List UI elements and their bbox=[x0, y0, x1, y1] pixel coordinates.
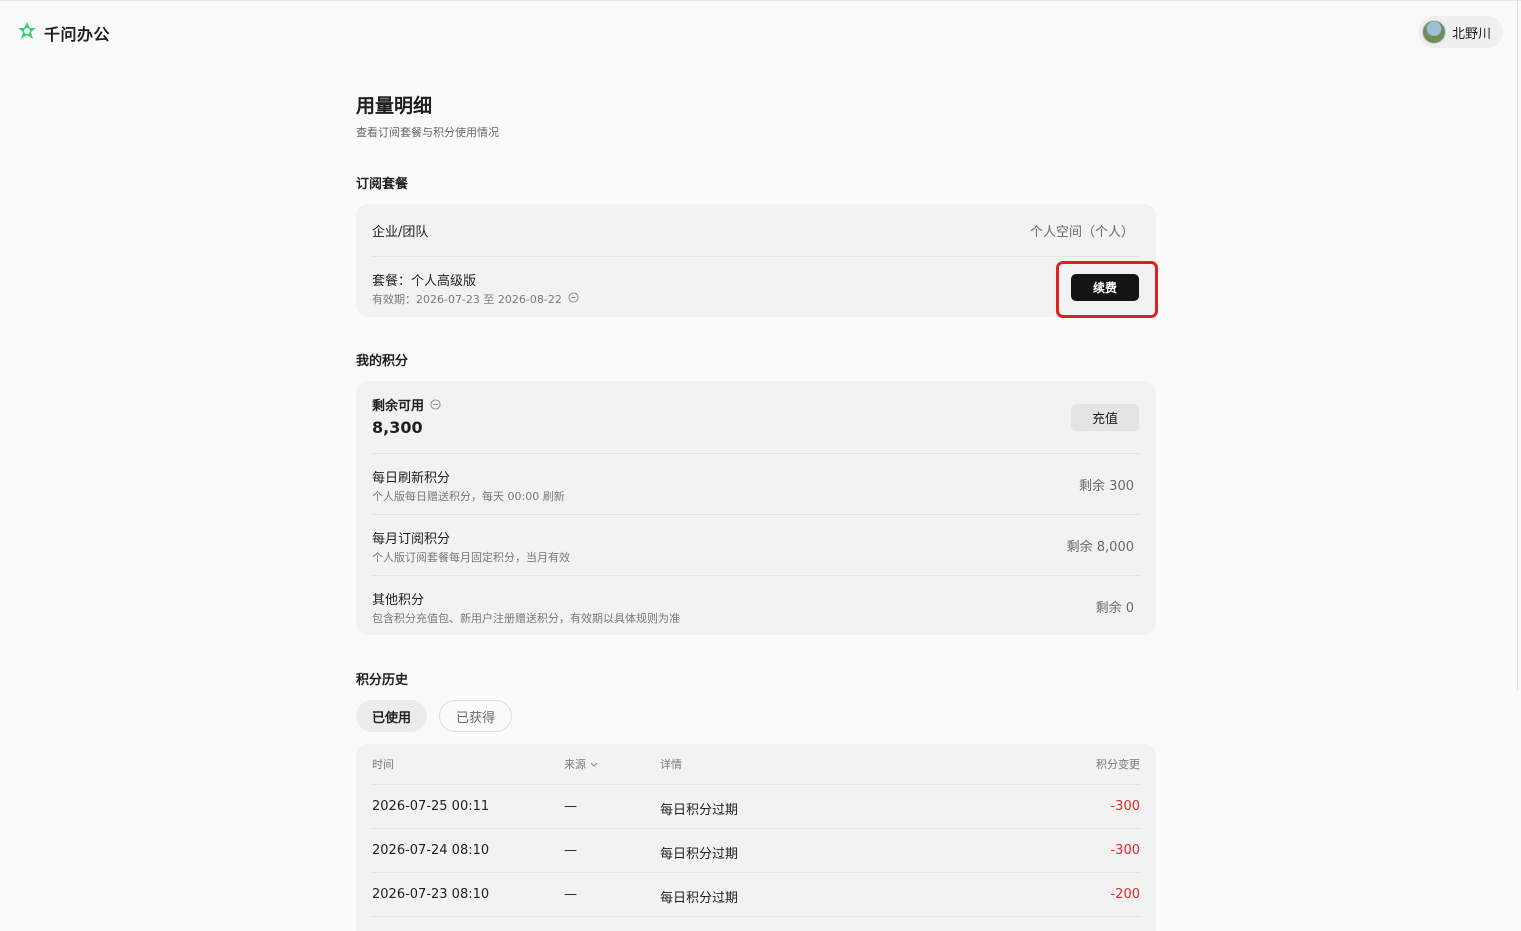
recharge-button[interactable]: 充值 bbox=[1071, 404, 1139, 431]
chevron-down-icon bbox=[590, 758, 598, 771]
org-row: 企业/团队 个人空间（个人） bbox=[372, 221, 1140, 240]
points-item-title: 每月订阅积分 bbox=[372, 532, 451, 547]
table-row: 2026-07-25 00:11 — 每日积分过期 -300 bbox=[372, 784, 1140, 828]
table-row: 2026-07-24 08:10 — 每日积分过期 -300 bbox=[372, 828, 1140, 872]
column-header-change: 积分变更 bbox=[1096, 758, 1140, 771]
points-item-monthly: 每月订阅积分 个人版订阅套餐每月固定积分，当月有效 剩余 8,000 bbox=[372, 528, 1140, 565]
divider bbox=[372, 575, 1140, 576]
row-detail: 每日积分过期 bbox=[660, 847, 739, 862]
row-change: -300 bbox=[1110, 843, 1140, 858]
row-source: — bbox=[564, 843, 577, 858]
user-name: 北野川 bbox=[1451, 26, 1491, 42]
points-item-desc: 包含积分充值包、新用户注册赠送积分，有效期以具体规则为准 bbox=[372, 612, 680, 625]
row-change: -200 bbox=[1110, 887, 1140, 902]
top-bar: 千问办公 北野川 bbox=[0, 12, 1521, 52]
tab-used[interactable]: 已使用 bbox=[356, 700, 428, 732]
column-header-source[interactable]: 来源 bbox=[564, 756, 598, 772]
available-value: 8,300 bbox=[372, 418, 423, 437]
row-detail: 每日积分过期 bbox=[660, 891, 739, 906]
points-section-title: 我的积分 bbox=[356, 354, 409, 369]
renew-button[interactable]: 续费 bbox=[1071, 274, 1139, 301]
column-header-detail: 详情 bbox=[660, 758, 682, 771]
points-item-value: 剩余 0 bbox=[1095, 601, 1134, 616]
info-icon[interactable] bbox=[568, 292, 579, 306]
points-item-other: 其他积分 包含积分充值包、新用户注册赠送积分，有效期以具体规则为准 剩余 0 bbox=[372, 589, 1140, 626]
plan-row: 套餐：个人高级版 有效期：2026-07-23 至 2026-08-22 bbox=[372, 270, 1140, 307]
history-table: 时间 来源 详情 积分变更 2026-07-25 00:11 — 每日积分过期 … bbox=[356, 744, 1156, 931]
row-time: 2026-07-24 08:10 bbox=[372, 843, 490, 858]
available-label: 剩余可用 bbox=[372, 399, 425, 414]
subscription-card: 企业/团队 个人空间（个人） 套餐：个人高级版 有效期：2026-07-23 至… bbox=[356, 204, 1158, 318]
org-label: 企业/团队 bbox=[372, 225, 429, 240]
subscription-section-title: 订阅套餐 bbox=[356, 177, 409, 192]
org-value[interactable]: 个人空间（个人） bbox=[1030, 221, 1134, 240]
table-row: 2026-07-23 08:10 — 每日积分过期 -200 bbox=[372, 872, 1140, 916]
row-time: 2026-07-23 08:10 bbox=[372, 887, 490, 902]
history-section-title: 积分历史 bbox=[356, 673, 409, 688]
page-subtitle: 查看订阅套餐与积分使用情况 bbox=[356, 126, 499, 139]
row-change: -300 bbox=[1110, 799, 1140, 814]
points-item-desc: 个人版每日赠送积分，每天 00:00 刷新 bbox=[372, 490, 565, 503]
scrollbar-track bbox=[1517, 0, 1518, 690]
row-detail: 每日积分过期 bbox=[660, 803, 739, 818]
app-name: 千问办公 bbox=[44, 25, 111, 44]
points-item-value: 剩余 8,000 bbox=[1066, 540, 1134, 555]
page-title: 用量明细 bbox=[356, 95, 433, 117]
column-header-source-label: 来源 bbox=[564, 758, 586, 771]
points-item-daily: 每日刷新积分 个人版每日赠送积分，每天 00:00 刷新 剩余 300 bbox=[372, 467, 1140, 504]
divider bbox=[372, 514, 1140, 515]
points-item-title: 其他积分 bbox=[372, 593, 425, 608]
points-item-title: 每日刷新积分 bbox=[372, 471, 451, 486]
points-item-value: 剩余 300 bbox=[1079, 479, 1134, 494]
row-time: 2026-07-25 00:11 bbox=[372, 799, 490, 814]
plan-label: 套餐：个人高级版 bbox=[372, 274, 477, 289]
window-top-border bbox=[0, 0, 1521, 4]
points-item-desc: 个人版订阅套餐每月固定积分，当月有效 bbox=[372, 551, 570, 564]
points-card: 剩余可用 8,300 充值 每日刷新积分 个人版每日赠送积分，每天 00:00 … bbox=[356, 381, 1156, 635]
history-tabs: 已使用 已获得 bbox=[356, 700, 513, 732]
main-content: 用量明细 查看订阅套餐与积分使用情况 订阅套餐 企业/团队 个人空间（个人） 套… bbox=[356, 92, 1158, 931]
avatar bbox=[1421, 20, 1446, 44]
divider bbox=[372, 453, 1140, 454]
validity-text: 有效期：2026-07-23 至 2026-08-22 bbox=[372, 293, 562, 306]
divider bbox=[372, 256, 1140, 257]
info-icon[interactable] bbox=[430, 395, 441, 414]
logo-icon bbox=[16, 20, 38, 46]
user-menu[interactable]: 北野川 bbox=[1417, 16, 1503, 48]
available-row: 剩余可用 8,300 bbox=[372, 395, 1140, 437]
row-source: — bbox=[564, 887, 577, 902]
table-row-partial bbox=[372, 916, 1140, 931]
row-source: — bbox=[564, 799, 577, 814]
brand[interactable]: 千问办公 bbox=[16, 20, 110, 46]
column-header-time: 时间 bbox=[372, 758, 394, 771]
tab-earned[interactable]: 已获得 bbox=[439, 700, 513, 732]
